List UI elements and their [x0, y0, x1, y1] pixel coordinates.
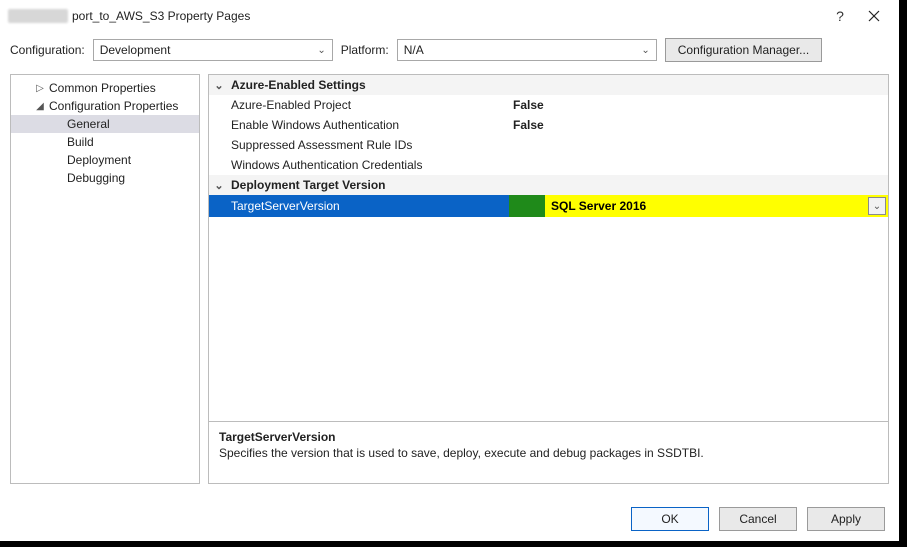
- tree-item-build[interactable]: Build: [11, 133, 199, 151]
- title-obscured: [8, 9, 68, 23]
- button-label: Cancel: [739, 512, 776, 526]
- property-row[interactable]: Suppressed Assessment Rule IDs: [209, 135, 888, 155]
- category-label: Azure-Enabled Settings: [231, 78, 366, 92]
- configuration-manager-button[interactable]: Configuration Manager...: [665, 38, 822, 62]
- configuration-dropdown[interactable]: Development ⌄: [93, 39, 333, 61]
- tree-item-general[interactable]: General: [11, 115, 199, 133]
- chevron-down-icon: ⌄: [873, 201, 881, 212]
- help-button[interactable]: ?: [823, 3, 857, 29]
- property-grid: ⌄ Azure-Enabled Settings Azure-Enabled P…: [208, 74, 889, 484]
- property-value: False: [509, 98, 888, 112]
- property-name: Enable Windows Authentication: [209, 118, 509, 132]
- collapse-icon: ⌄: [213, 179, 225, 192]
- property-value: False: [509, 118, 888, 132]
- tree-item-label: Common Properties: [49, 81, 156, 95]
- property-name: Suppressed Assessment Rule IDs: [209, 138, 509, 152]
- category-azure-enabled-settings[interactable]: ⌄ Azure-Enabled Settings: [209, 75, 888, 95]
- highlight-green-segment: [509, 195, 545, 217]
- collapse-icon: ⌄: [213, 79, 225, 92]
- description-pane: TargetServerVersion Specifies the versio…: [209, 421, 888, 483]
- configuration-label: Configuration:: [10, 43, 85, 57]
- close-button[interactable]: [857, 3, 891, 29]
- nav-tree: ▷ Common Properties ◢ Configuration Prop…: [10, 74, 200, 484]
- close-icon: [868, 10, 880, 22]
- chevron-down-icon: ⌄: [641, 45, 649, 56]
- platform-dropdown[interactable]: N/A ⌄: [397, 39, 657, 61]
- window-title: port_to_AWS_S3 Property Pages: [72, 9, 250, 23]
- configuration-manager-label: Configuration Manager...: [678, 43, 809, 57]
- titlebar: port_to_AWS_S3 Property Pages ?: [0, 0, 899, 32]
- apply-button[interactable]: Apply: [807, 507, 885, 531]
- tree-item-common-properties[interactable]: ▷ Common Properties: [11, 79, 199, 97]
- dialog-window: port_to_AWS_S3 Property Pages ? Configur…: [0, 0, 907, 547]
- button-label: OK: [661, 512, 678, 526]
- tree-item-label: Deployment: [67, 153, 131, 167]
- tree-item-debugging[interactable]: Debugging: [11, 169, 199, 187]
- category-deployment-target-version[interactable]: ⌄ Deployment Target Version: [209, 175, 888, 195]
- property-row[interactable]: Azure-Enabled Project False: [209, 95, 888, 115]
- platform-label: Platform:: [341, 43, 389, 57]
- button-label: Apply: [831, 512, 861, 526]
- ok-button[interactable]: OK: [631, 507, 709, 531]
- property-value: SQL Server 2016: [545, 199, 646, 213]
- cancel-button[interactable]: Cancel: [719, 507, 797, 531]
- collapsed-icon: ▷: [35, 83, 45, 94]
- property-name: Windows Authentication Credentials: [209, 158, 509, 172]
- tree-item-label: General: [67, 117, 110, 131]
- dialog-buttons: OK Cancel Apply: [631, 507, 885, 531]
- property-name: Azure-Enabled Project: [209, 98, 509, 112]
- value-dropdown-button[interactable]: ⌄: [868, 197, 886, 215]
- property-name: TargetServerVersion: [209, 199, 509, 213]
- property-grid-body: ⌄ Azure-Enabled Settings Azure-Enabled P…: [209, 75, 888, 421]
- tree-item-label: Debugging: [67, 171, 125, 185]
- tree-item-label: Build: [67, 135, 94, 149]
- property-row-selected[interactable]: TargetServerVersion SQL Server 2016 ⌄: [209, 195, 888, 217]
- configuration-row: Configuration: Development ⌄ Platform: N…: [0, 32, 899, 74]
- description-title: TargetServerVersion: [219, 430, 878, 444]
- platform-value: N/A: [404, 43, 424, 57]
- expanded-icon: ◢: [35, 101, 45, 112]
- tree-item-label: Configuration Properties: [49, 99, 178, 113]
- description-text: Specifies the version that is used to sa…: [219, 446, 878, 460]
- tree-item-deployment[interactable]: Deployment: [11, 151, 199, 169]
- property-value-highlighted: SQL Server 2016: [509, 195, 888, 217]
- property-row[interactable]: Enable Windows Authentication False: [209, 115, 888, 135]
- configuration-value: Development: [100, 43, 171, 57]
- tree-item-configuration-properties[interactable]: ◢ Configuration Properties: [11, 97, 199, 115]
- category-label: Deployment Target Version: [231, 178, 385, 192]
- chevron-down-icon: ⌄: [317, 45, 325, 56]
- property-row[interactable]: Windows Authentication Credentials: [209, 155, 888, 175]
- main-area: ▷ Common Properties ◢ Configuration Prop…: [0, 74, 899, 484]
